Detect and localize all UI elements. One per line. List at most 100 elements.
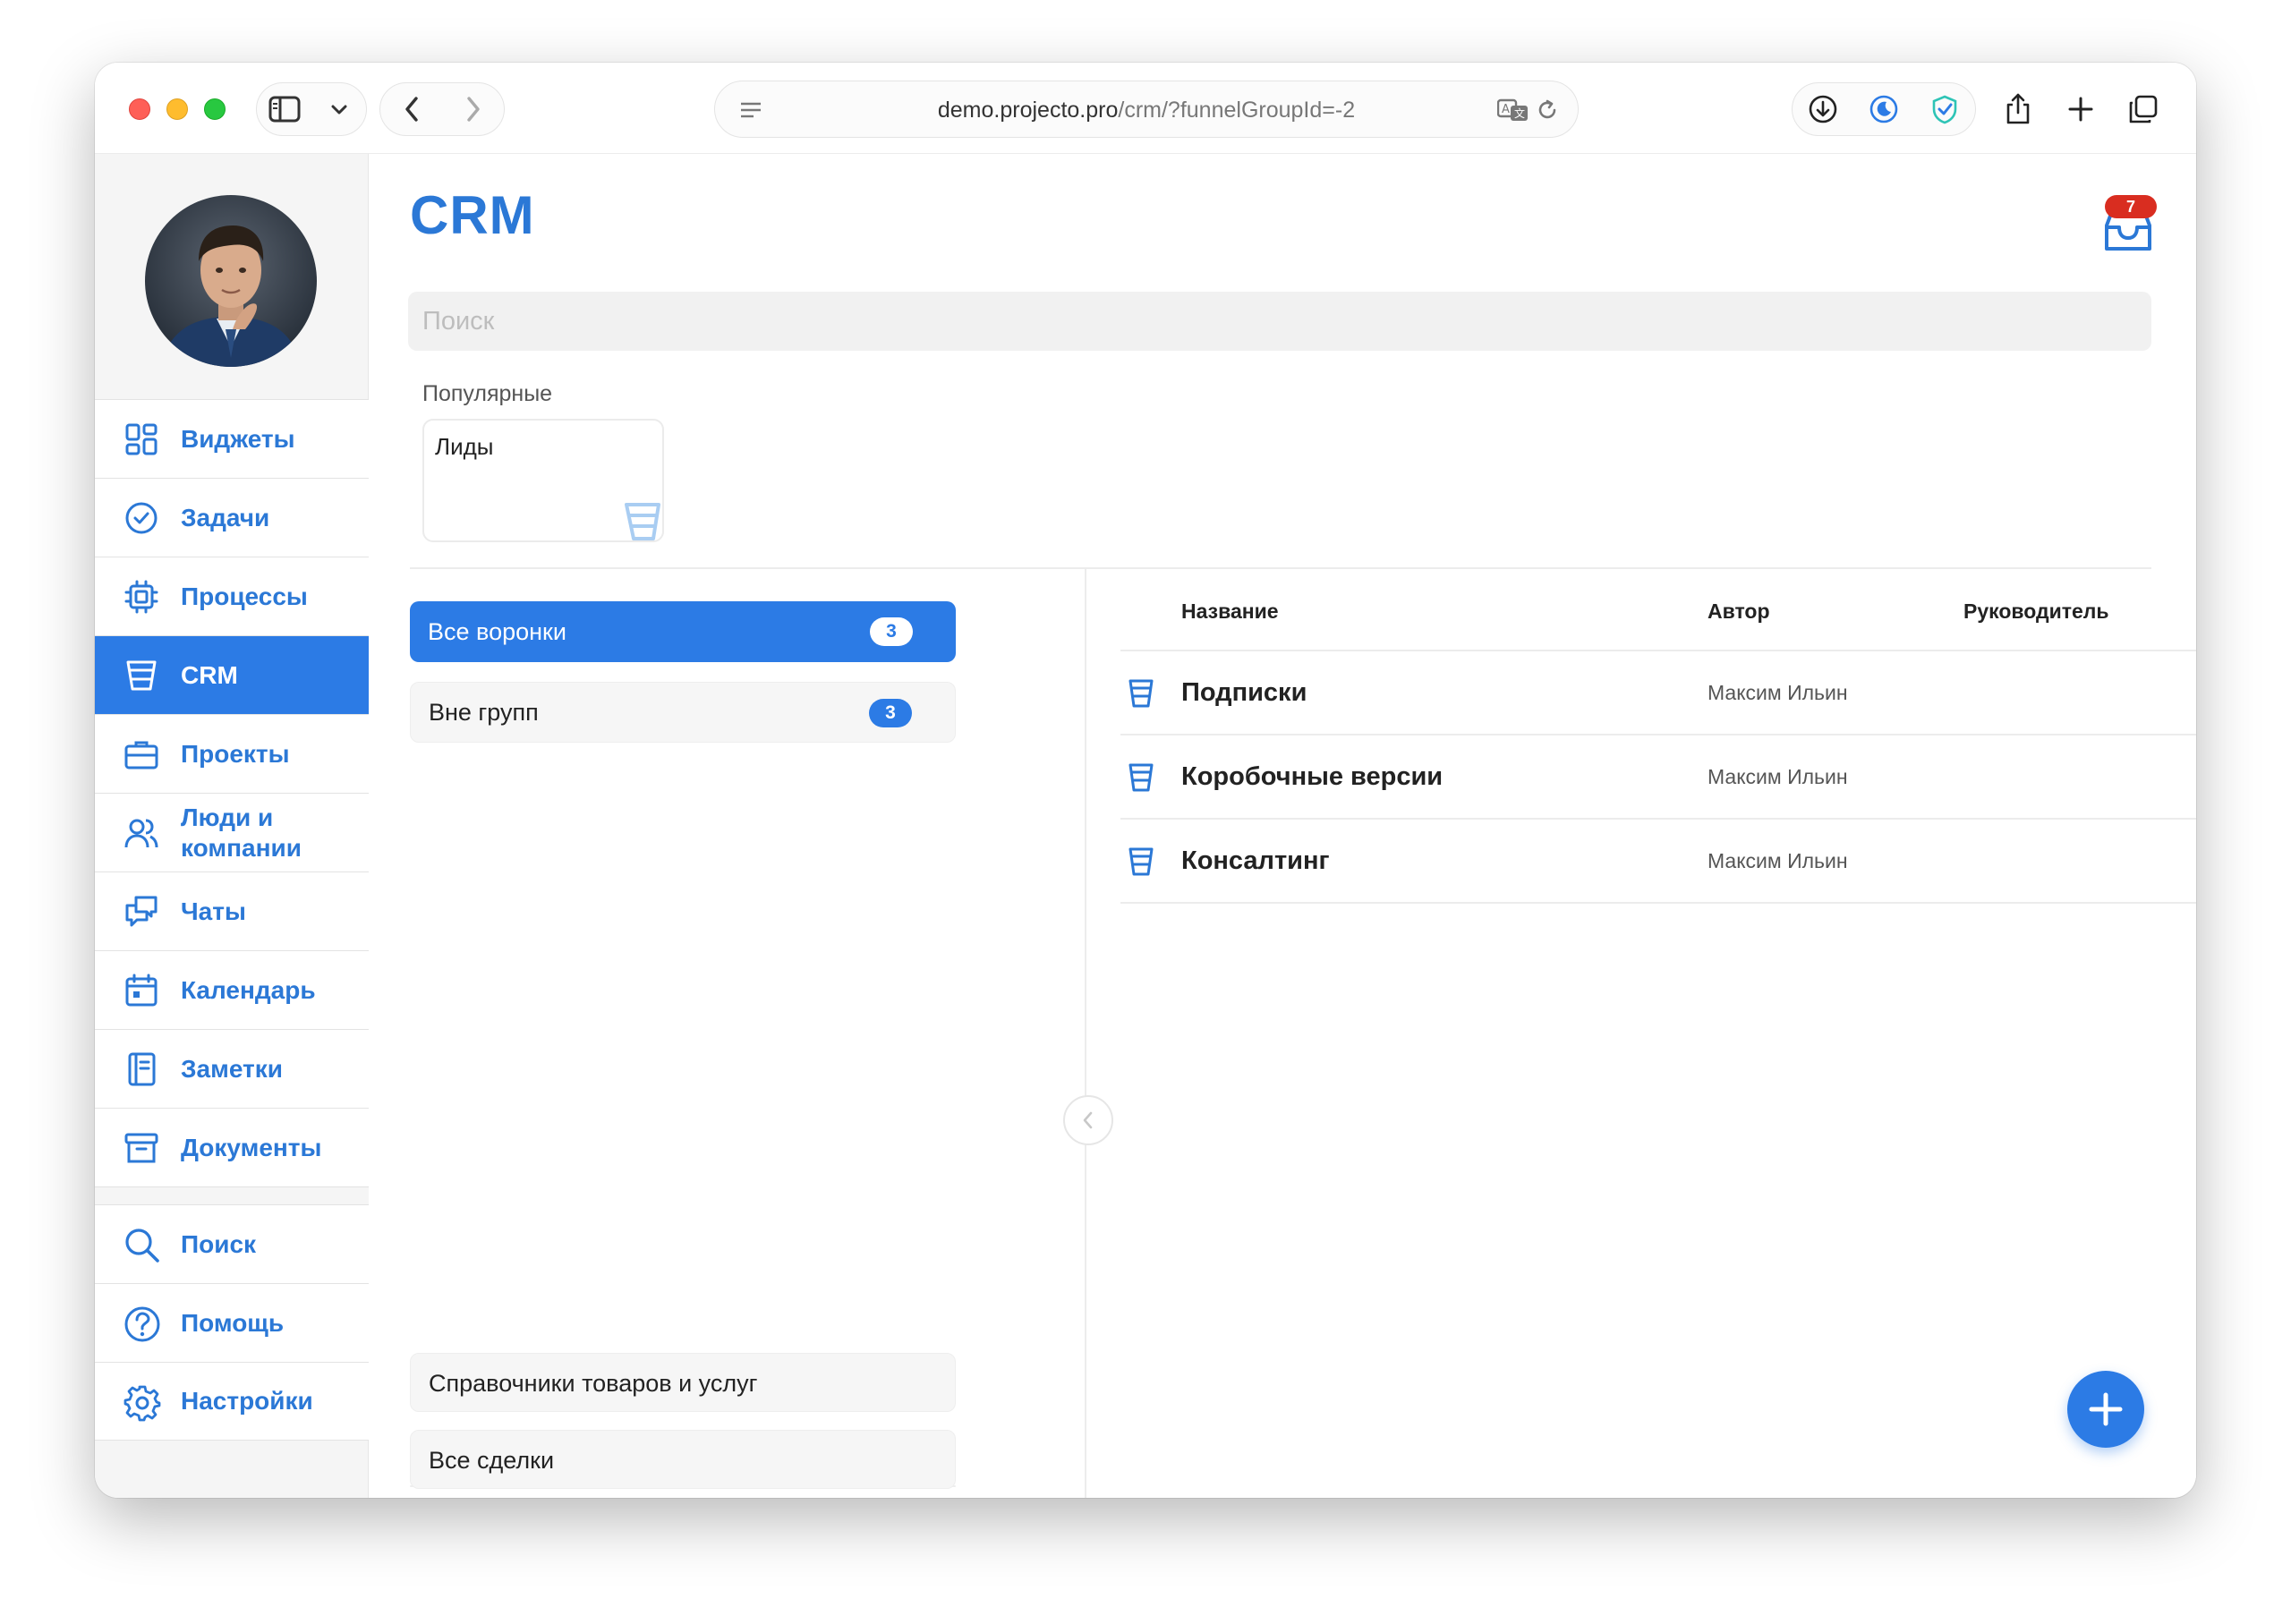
funnel-icon [623,499,662,540]
gear-icon [123,1384,161,1422]
new-tab-icon[interactable] [2063,91,2099,127]
main-content: CRM 7 Популярные Лиды Все воронки 3 [369,154,2196,1498]
sidebar-item-label: Проекты [181,739,290,768]
browser-window: demo.projecto.pro/crm/?funnelGroupId=-2 … [95,63,2196,1498]
group-label: Вне групп [429,698,539,726]
sidebar-item-projects[interactable]: Проекты [95,714,369,793]
table-row[interactable]: Коробочные версии Максим Ильин [1120,735,2196,820]
forward-arrow-icon[interactable] [456,91,491,127]
sidebar-toggle-icon[interactable] [267,91,302,127]
sidebar-item-label: Поиск [181,1229,257,1258]
minimize-window-button[interactable] [166,98,188,120]
funnel-name: Подписки [1181,678,1307,707]
popular-card-leads[interactable]: Лиды [422,419,664,542]
product-catalogs-link[interactable]: Справочники товаров и услуг [410,1353,956,1412]
sidebar-nav: Виджеты Задачи Процессы CRM Проекты Люди… [95,399,369,1441]
collapse-panel-button[interactable] [1063,1095,1113,1145]
sidebar-item-settings[interactable]: Настройки [95,1362,369,1441]
sidebar-toggle-group [256,82,367,136]
funnels-table: Название Автор Руководитель Подписки Мак… [1120,569,2196,904]
sidebar-item-processes[interactable]: Процессы [95,557,369,635]
inbox-button[interactable]: 7 [2101,195,2157,252]
funnel-name: Коробочные версии [1181,762,1444,791]
download-icon[interactable] [1805,91,1841,127]
funnel-author: Максим Ильин [1708,849,1848,872]
funnel-icon [1128,678,1154,709]
search-icon [123,1227,159,1263]
check-circle-icon [123,500,159,536]
tab-overview-icon[interactable] [2125,91,2161,127]
sidebar-item-search[interactable]: Поиск [95,1204,369,1283]
sidebar-item-label: Документы [181,1133,322,1161]
sidebar-item-label: Задачи [181,503,270,531]
sidebar-item-chats[interactable]: Чаты [95,872,369,950]
sidebar-item-calendar[interactable]: Календарь [95,950,369,1029]
url-domain: demo.projecto.pro [937,98,1119,123]
funnel-icon [123,658,159,693]
sidebar-item-label: Заметки [181,1054,283,1083]
translate-icon[interactable]: A文 [1495,92,1531,128]
sidebar-item-label: Процессы [181,582,308,610]
sidebar-item-people[interactable]: Люди и компании [95,793,369,872]
sidebar-item-label: Люди и компании [181,803,302,862]
sidebar-item-label: Виджеты [181,424,295,453]
sidebar-item-widgets[interactable]: Виджеты [95,399,369,478]
widgets-icon [123,421,159,457]
avatar[interactable] [145,195,317,367]
group-all-funnels[interactable]: Все воронки 3 [410,601,956,662]
address-bar[interactable]: demo.projecto.pro/crm/?funnelGroupId=-2 … [714,81,1579,138]
svg-text:A: A [1502,103,1510,116]
url-path: /crm/?funnelGroupId=-2 [1118,98,1356,123]
sidebar-item-crm[interactable]: CRM [95,635,369,714]
svg-text:文: 文 [1514,106,1525,120]
chevron-left-icon [1083,1111,1093,1129]
funnel-author: Максим Ильин [1708,765,1848,788]
funnels-panel: Название Автор Руководитель Подписки Мак… [1085,569,2196,1498]
sidebar-item-notes[interactable]: Заметки [95,1029,369,1108]
reload-icon[interactable] [1529,92,1565,128]
funnel-author: Максим Ильин [1708,681,1848,704]
sidebar-item-tasks[interactable]: Задачи [95,478,369,557]
funnel-name: Консалтинг [1181,846,1330,875]
sidebar-item-label: Настройки [181,1387,313,1415]
archive-icon [123,1130,159,1166]
all-deals-label: Все сделки [429,1447,555,1474]
search-input[interactable] [408,292,2151,351]
column-header-manager[interactable]: Руководитель [1963,599,2109,624]
app-area: Виджеты Задачи Процессы CRM Проекты Люди… [95,154,2196,1498]
zoom-window-button[interactable] [204,98,226,120]
all-deals-link[interactable]: Все сделки [410,1430,956,1489]
history-nav-group [379,82,505,136]
panel-divider [1085,569,1086,1498]
sidebar-separator [95,1186,369,1204]
funnel-icon [1128,762,1154,793]
sidebar-item-documents[interactable]: Документы [95,1108,369,1186]
help-icon [123,1305,160,1342]
table-row[interactable]: Подписки Максим Ильин [1120,651,2196,735]
group-label: Все воронки [428,617,566,645]
group-ungrouped[interactable]: Вне групп 3 [410,682,956,743]
product-catalogs-label: Справочники товаров и услуг [429,1370,758,1397]
chevron-down-icon[interactable] [321,91,357,127]
back-arrow-icon[interactable] [394,91,430,127]
table-row[interactable]: Консалтинг Максим Ильин [1120,820,2196,904]
sidebar-item-label: Календарь [181,975,316,1004]
group-count-badge: 3 [870,617,913,646]
column-header-author[interactable]: Автор [1708,599,1770,624]
dark-mode-icon[interactable] [1866,91,1902,127]
sidebar: Виджеты Задачи Процессы CRM Проекты Люди… [95,154,369,1498]
people-icon [123,815,159,851]
column-header-name[interactable]: Название [1181,599,1279,624]
group-count-badge: 3 [869,699,912,727]
add-funnel-button[interactable] [2067,1371,2144,1448]
notebook-icon [123,1051,159,1087]
shield-extension-icon[interactable] [1927,91,1963,127]
share-icon[interactable] [2000,91,2036,127]
browser-toolbar: demo.projecto.pro/crm/?funnelGroupId=-2 … [95,63,2196,154]
chat-icon [123,894,159,930]
close-window-button[interactable] [129,98,150,120]
sidebar-item-label: Помощь [181,1308,285,1337]
plus-icon [2089,1392,2123,1426]
briefcase-icon [123,736,159,772]
sidebar-item-help[interactable]: Помощь [95,1283,369,1362]
